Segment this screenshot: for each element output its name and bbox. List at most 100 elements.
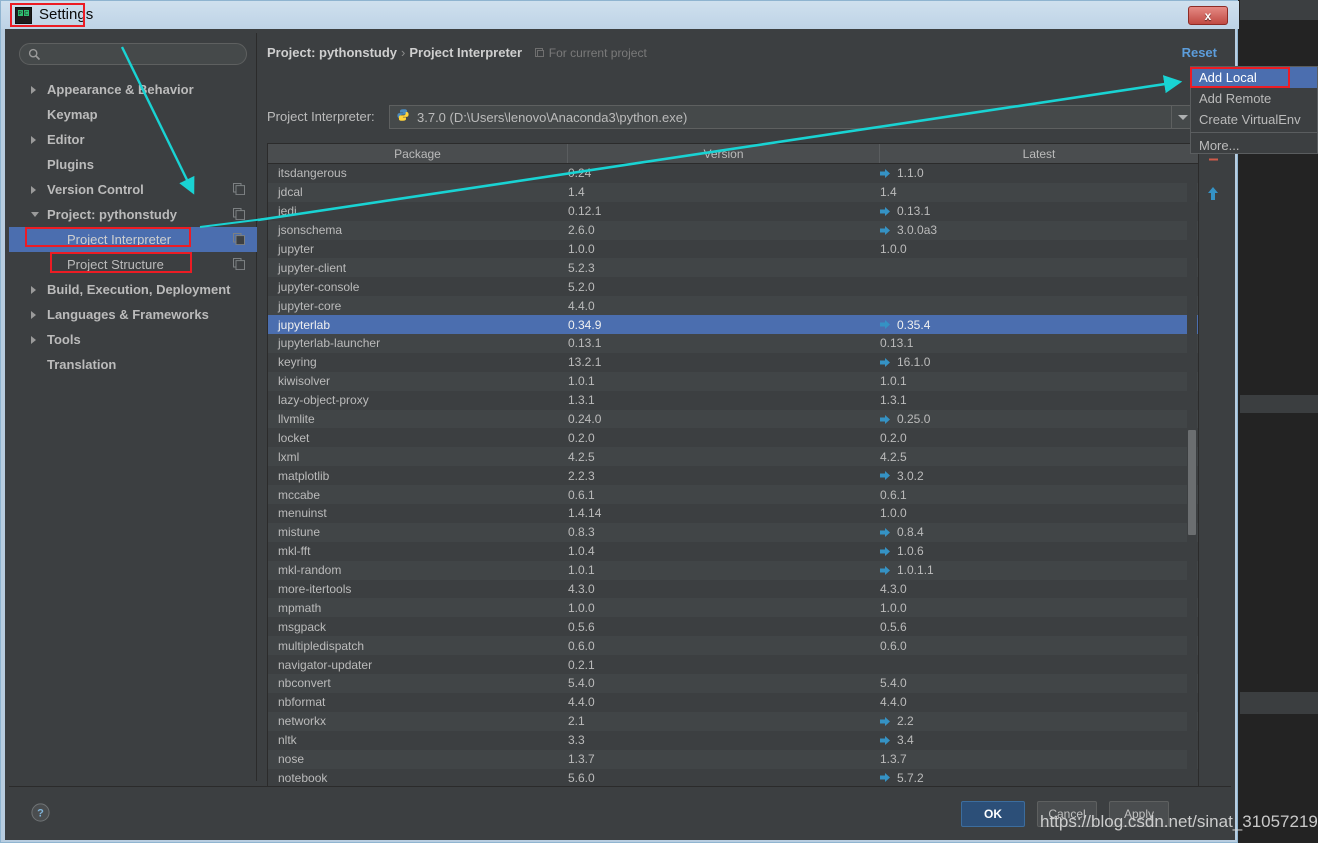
sidebar-item-plugins[interactable]: Plugins xyxy=(9,152,257,177)
table-row[interactable]: jdcal 1.4 1.4 xyxy=(268,182,1198,202)
help-icon[interactable]: ? xyxy=(31,803,50,827)
table-row[interactable]: itsdangerous 0.24 1.1.0 xyxy=(268,164,1198,183)
package-latest-value: 1.0.1 xyxy=(880,374,907,389)
table-row[interactable]: menuinst 1.4.14 1.0.0 xyxy=(268,504,1198,523)
chevron-right-icon[interactable] xyxy=(31,335,36,344)
table-row[interactable]: jupyter-core 4.4.0 xyxy=(268,296,1198,316)
package-name-cell: nbformat xyxy=(278,695,326,710)
package-name-cell: menuinst xyxy=(278,506,327,521)
reset-link[interactable]: Reset xyxy=(1182,45,1217,60)
package-latest-cell: 0.8.4 xyxy=(880,525,1198,539)
table-row[interactable]: nbformat 4.4.0 4.4.0 xyxy=(268,692,1198,712)
chevron-right-icon[interactable] xyxy=(31,185,36,194)
package-latest-cell: 0.2.0 xyxy=(880,431,1198,445)
table-row[interactable]: nltk 3.3 3.4 xyxy=(268,730,1198,750)
settings-content: Project: pythonstudy › Project Interpreter… xyxy=(258,33,1231,798)
table-row[interactable]: matplotlib 2.2.3 3.0.2 xyxy=(268,466,1198,486)
settings-dialog: Appearance & Behavior Keymap Editor Plugins… xyxy=(5,29,1235,840)
table-row[interactable]: locket 0.2.0 0.2.0 xyxy=(268,428,1198,448)
ok-button[interactable]: OK xyxy=(961,801,1025,827)
table-row[interactable]: llvmlite 0.24.0 0.25.0 xyxy=(268,409,1198,429)
table-row[interactable]: lazy-object-proxy 1.3.1 1.3.1 xyxy=(268,390,1198,410)
background-strip-two xyxy=(1240,692,1318,714)
chevron-down-icon[interactable] xyxy=(31,212,39,217)
watermark: https://blog.csdn.net/sinat_31057219 xyxy=(1040,812,1318,831)
menu-item-add-remote[interactable]: Add Remote xyxy=(1191,88,1317,109)
sidebar-item-keymap[interactable]: Keymap xyxy=(9,102,257,127)
table-row[interactable]: jupyter-console 5.2.0 xyxy=(268,277,1198,297)
upgrade-available-icon xyxy=(880,772,891,783)
chevron-right-icon[interactable] xyxy=(31,285,36,294)
breadcrumb-root[interactable]: Project: pythonstudy xyxy=(267,45,397,60)
table-row[interactable]: jupyter-client 5.2.3 xyxy=(268,258,1198,278)
sidebar-item-tools[interactable]: Tools xyxy=(9,327,257,352)
packages-scrollbar[interactable] xyxy=(1187,165,1197,797)
table-row[interactable]: jsonschema 2.6.0 3.0.0a3 xyxy=(268,220,1198,240)
interpreter-combobox[interactable]: 3.7.0 (D:\Users\lenovo\Anaconda3\python.… xyxy=(389,105,1194,129)
upgrade-available-icon xyxy=(880,527,891,538)
sidebar-item-version-control[interactable]: Version Control xyxy=(9,177,257,202)
search-box[interactable] xyxy=(19,43,247,65)
package-latest-value: 1.1.0 xyxy=(897,166,924,181)
table-row[interactable]: navigator-updater 0.2.1 xyxy=(268,655,1198,675)
table-row[interactable]: notebook 5.6.0 5.7.2 xyxy=(268,768,1198,788)
copy-settings-icon[interactable] xyxy=(233,233,245,248)
package-version-cell: 5.2.0 xyxy=(568,279,595,294)
menu-item-create-virtualenv[interactable]: Create VirtualEnv xyxy=(1191,109,1317,130)
table-row[interactable]: nbconvert 5.4.0 5.4.0 xyxy=(268,674,1198,693)
close-icon[interactable]: x xyxy=(1188,6,1228,25)
sidebar-item-build-execution-deployment[interactable]: Build, Execution, Deployment xyxy=(9,277,257,302)
table-row[interactable]: multipledispatch 0.6.0 0.6.0 xyxy=(268,636,1198,656)
table-row[interactable]: mccabe 0.6.1 0.6.1 xyxy=(268,485,1198,505)
copy-settings-icon[interactable] xyxy=(233,183,245,198)
search-input[interactable] xyxy=(46,46,240,64)
table-row[interactable]: jupyterlab 0.34.9 0.35.4 xyxy=(268,315,1198,335)
sidebar-item-project-pythonstudy[interactable]: Project: pythonstudy xyxy=(9,202,257,227)
table-row[interactable]: jupyter 1.0.0 1.0.0 xyxy=(268,239,1198,259)
chevron-right-icon[interactable] xyxy=(31,85,36,94)
interpreter-row: Project Interpreter: 3.7.0 (D:\Users\len… xyxy=(267,105,1217,129)
table-row[interactable]: mpmath 1.0.0 1.0.0 xyxy=(268,598,1198,618)
table-row[interactable]: mkl-fft 1.0.4 1.0.6 xyxy=(268,541,1198,561)
sidebar-item-label: Translation xyxy=(47,357,117,372)
package-name-cell: mkl-random xyxy=(278,563,342,578)
sidebar-item-languages-frameworks[interactable]: Languages & Frameworks xyxy=(9,302,257,327)
table-row[interactable]: kiwisolver 1.0.1 1.0.1 xyxy=(268,371,1198,391)
sidebar-item-appearance-behavior[interactable]: Appearance & Behavior xyxy=(9,77,257,102)
column-header-package[interactable]: Package xyxy=(268,144,568,163)
menu-item-more[interactable]: More... xyxy=(1191,135,1317,156)
table-row[interactable]: mkl-random 1.0.1 1.0.1.1 xyxy=(268,560,1198,580)
table-row[interactable]: nose 1.3.7 1.3.7 xyxy=(268,749,1198,769)
packages-scrollbar-thumb[interactable] xyxy=(1188,430,1196,535)
copy-settings-icon[interactable] xyxy=(233,208,245,223)
copy-settings-icon[interactable] xyxy=(233,258,245,273)
table-row[interactable]: mistune 0.8.3 0.8.4 xyxy=(268,522,1198,542)
package-name-cell: jupyter-client xyxy=(278,260,347,275)
table-row[interactable]: jupyterlab-launcher 0.13.1 0.13.1 xyxy=(268,334,1198,353)
table-row[interactable]: msgpack 0.5.6 0.5.6 xyxy=(268,617,1198,637)
column-header-version[interactable]: Version xyxy=(568,144,880,163)
column-header-latest[interactable]: Latest xyxy=(880,144,1198,163)
table-row[interactable]: keyring 13.2.1 16.1.0 xyxy=(268,352,1198,372)
table-row[interactable]: more-itertools 4.3.0 4.3.0 xyxy=(268,579,1198,599)
chevron-right-icon[interactable] xyxy=(31,310,36,319)
sidebar-item-translation[interactable]: Translation xyxy=(9,352,257,377)
package-version-cell: 1.4 xyxy=(568,185,585,200)
upgrade-package-button[interactable] xyxy=(1201,181,1225,205)
packages-table: Package Version Latest itsdangerous 0.24 1.1… xyxy=(267,143,1199,798)
chevron-right-icon[interactable] xyxy=(31,135,36,144)
package-name-cell: matplotlib xyxy=(278,468,330,483)
package-latest-cell: 1.0.0 xyxy=(880,601,1198,615)
package-name-cell: notebook xyxy=(278,770,328,785)
sidebar-item-editor[interactable]: Editor xyxy=(9,127,257,152)
package-name-cell: lazy-object-proxy xyxy=(278,393,369,408)
package-latest-value: 2.2 xyxy=(897,714,914,729)
sidebar-item-label: Version Control xyxy=(47,182,144,197)
for-current-project-text: For current project xyxy=(548,46,647,60)
window-titlebar[interactable]: P C Settings x xyxy=(1,1,1239,29)
table-row[interactable]: lxml 4.2.5 4.2.5 xyxy=(268,447,1198,467)
table-row[interactable]: jedi 0.12.1 0.13.1 xyxy=(268,201,1198,221)
package-latest-cell: 3.0.2 xyxy=(880,469,1198,483)
table-row[interactable]: networkx 2.1 2.2 xyxy=(268,711,1198,731)
upgrade-available-icon xyxy=(880,470,891,481)
